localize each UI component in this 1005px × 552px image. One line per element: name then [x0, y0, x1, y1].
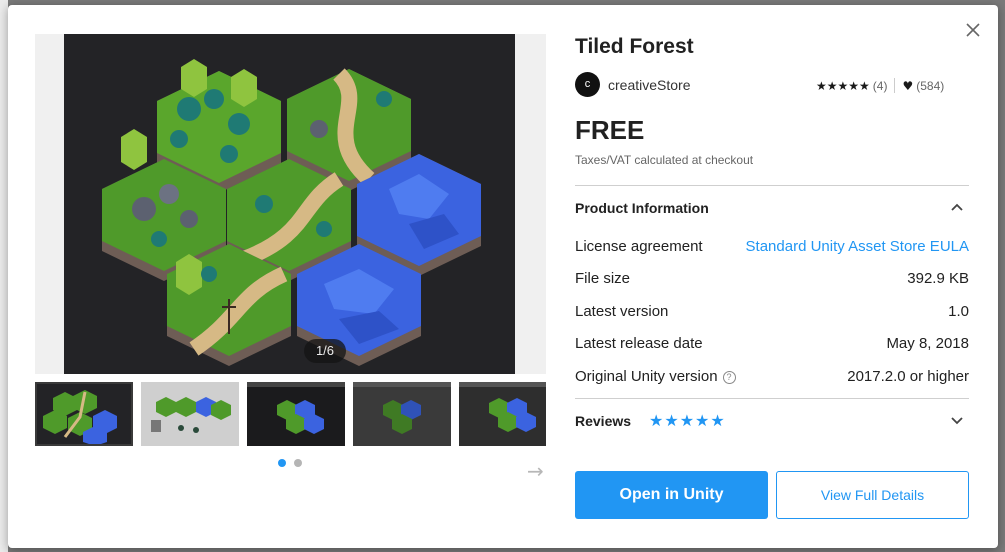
- info-row-release-date: Latest release date May 8, 2018: [575, 335, 969, 357]
- favorites-count: (584): [916, 79, 945, 93]
- product-information-label: Product Information: [575, 200, 709, 216]
- info-value: 1.0: [948, 303, 969, 320]
- gallery-main[interactable]: 1/6: [35, 34, 546, 374]
- rating-summary[interactable]: ★★★★★ (4) ♥ (584): [816, 78, 944, 94]
- publisher-name[interactable]: creativeStore: [608, 77, 690, 93]
- price: FREE: [575, 115, 645, 145]
- info-row-latest-version: Latest version 1.0: [575, 303, 969, 325]
- hex-tiles-illustration: [102, 59, 481, 366]
- reviews-label: Reviews: [575, 413, 632, 429]
- heart-icon[interactable]: ♥: [902, 79, 913, 93]
- info-row-unity-version: Original Unity version? 2017.2.0 or high…: [575, 368, 969, 390]
- info-label: Latest release date: [575, 335, 703, 352]
- reviews-header[interactable]: Reviews ★★★★★: [575, 401, 969, 441]
- info-value: May 8, 2018: [886, 335, 969, 352]
- rating-count: (4): [872, 79, 888, 93]
- thumbnail-image: [459, 382, 546, 446]
- thumbnail-5[interactable]: [459, 382, 546, 446]
- page-backdrop: [0, 0, 8, 552]
- reviews-stars-icon: ★★★★★: [649, 411, 726, 430]
- rating-separator: [894, 78, 896, 93]
- chevron-down-icon: [951, 417, 963, 425]
- page-dot-1[interactable]: [278, 459, 286, 467]
- view-full-details-button[interactable]: View Full Details: [776, 471, 969, 519]
- thumbnail-4[interactable]: [353, 382, 451, 446]
- thumbnail-2[interactable]: [141, 382, 239, 446]
- gallery-counter: 1/6: [304, 339, 346, 363]
- chevron-up-icon: [951, 203, 963, 211]
- thumbnail-image: [247, 382, 345, 446]
- next-arrow-icon[interactable]: →: [527, 461, 547, 481]
- asset-quick-view-modal: 1/6 → Tiled Forest c creativeStore ★★★★★…: [8, 5, 998, 548]
- gallery-thumbnails: [35, 382, 546, 446]
- tax-note: Taxes/VAT calculated at checkout: [575, 153, 754, 167]
- asset-title: Tiled Forest: [575, 35, 694, 58]
- info-label: Latest version: [575, 303, 669, 320]
- rating-stars-icon: ★★★★★: [816, 79, 870, 93]
- thumbnail-1[interactable]: [35, 382, 133, 446]
- close-icon: [966, 23, 980, 37]
- unity-version-label: Original Unity version: [575, 368, 718, 385]
- product-information-header[interactable]: Product Information: [575, 188, 969, 228]
- info-row-license: License agreement Standard Unity Asset S…: [575, 238, 969, 260]
- divider: [575, 398, 969, 399]
- info-value: 392.9 KB: [907, 270, 969, 287]
- gallery-main-image[interactable]: 1/6: [64, 34, 515, 374]
- info-value: 2017.2.0 or higher: [847, 368, 969, 385]
- thumbnail-image: [35, 382, 133, 446]
- thumbnail-3[interactable]: [247, 382, 345, 446]
- thumbnail-image: [353, 382, 451, 446]
- thumbnail-image: [141, 382, 239, 446]
- info-label: File size: [575, 270, 631, 287]
- publisher-avatar[interactable]: c: [575, 72, 600, 97]
- page-dot-2[interactable]: [294, 459, 302, 467]
- help-icon[interactable]: ?: [722, 371, 736, 384]
- open-in-unity-button[interactable]: Open in Unity: [575, 471, 768, 519]
- info-label: Original Unity version?: [575, 368, 736, 385]
- divider: [575, 185, 969, 186]
- close-button[interactable]: [962, 19, 984, 41]
- info-label: License agreement: [575, 238, 703, 255]
- info-row-file-size: File size 392.9 KB: [575, 270, 969, 292]
- gallery-page-dots: [278, 459, 308, 469]
- license-link[interactable]: Standard Unity Asset Store EULA: [746, 238, 969, 255]
